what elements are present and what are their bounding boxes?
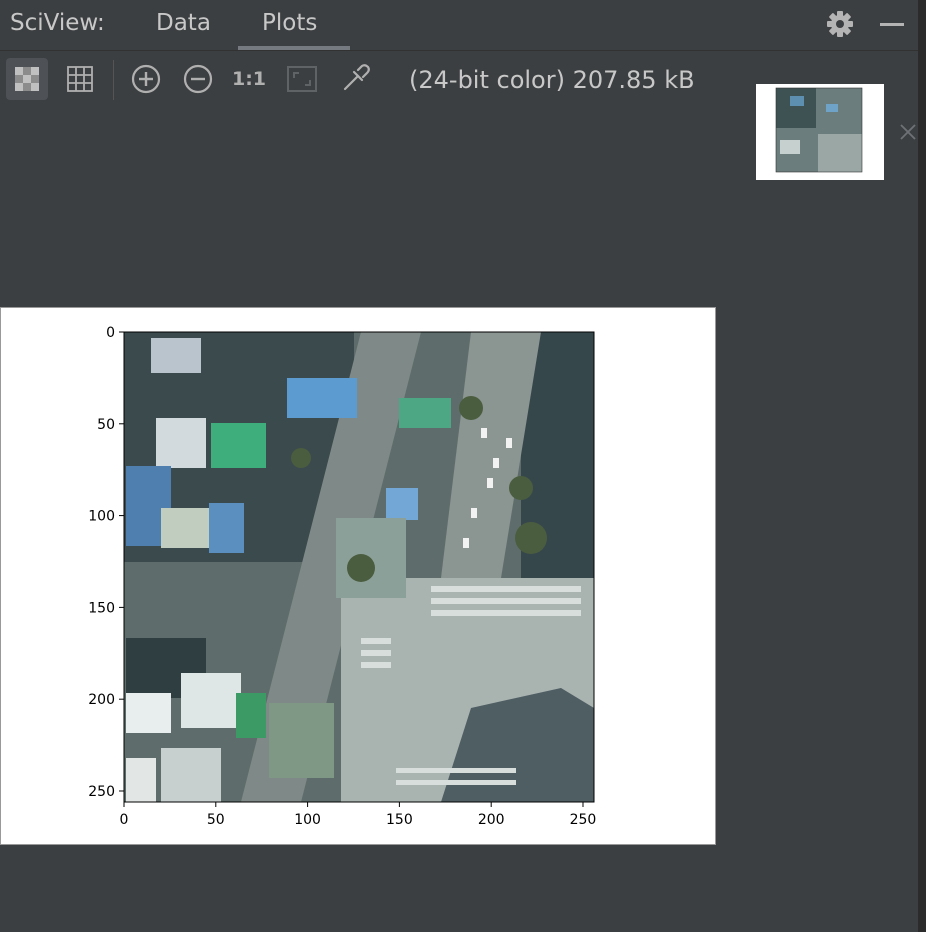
fit-window-icon [287,66,317,92]
sciview-header: SciView: Data Plots [0,0,918,51]
zoom-in-icon [131,64,161,94]
grid-icon [67,66,93,92]
zoom-out-icon [183,64,213,94]
x-tick-label: 250 [570,812,597,828]
minimize-icon[interactable] [878,10,906,38]
x-tick-label: 150 [386,812,413,828]
y-tick-label: 0 [106,325,115,341]
color-picker-button[interactable] [334,58,376,100]
y-tick-label: 50 [97,417,115,433]
y-tick-label: 250 [88,784,115,800]
tab-plots[interactable]: Plots [262,10,317,36]
x-tick-label: 200 [478,812,505,828]
chessboard-toggle-button[interactable] [6,58,48,100]
toolbar-separator [113,60,114,100]
close-icon[interactable] [898,122,918,142]
active-tab-indicator [238,46,350,50]
plot-canvas: 0 50 100 150 200 250 0 50 100 150 200 250 [0,307,716,845]
app-title: SciView: [10,10,105,36]
y-tick-label: 200 [88,692,115,708]
x-tick-label: 0 [120,812,129,828]
y-tick-label: 100 [88,509,115,525]
image-toolbar: 1:1 (24-bit color) 207.85 kB [0,52,740,108]
x-tick-label: 50 [207,812,225,828]
zoom-in-button[interactable] [125,58,167,100]
gear-icon[interactable] [824,8,856,40]
thumbnail-preview-image [775,87,863,173]
zoom-out-button[interactable] [177,58,219,100]
chessboard-icon [15,67,39,91]
fit-zoom-button[interactable] [281,58,323,100]
aerial-image [124,332,594,802]
eyedropper-icon [343,64,370,91]
tab-data[interactable]: Data [156,10,211,36]
scrollbar-track [918,0,926,932]
plot-figure: 0 50 100 150 200 250 0 50 100 150 200 250 [88,325,597,828]
plot-thumbnail[interactable] [756,84,884,180]
y-tick-label: 150 [88,600,115,616]
actual-size-label: 1:1 [231,68,267,90]
image-info-label: (24-bit color) 207.85 kB [409,66,695,94]
actual-size-button[interactable]: 1:1 [228,58,270,100]
x-tick-label: 100 [294,812,321,828]
grid-toggle-button[interactable] [59,58,101,100]
